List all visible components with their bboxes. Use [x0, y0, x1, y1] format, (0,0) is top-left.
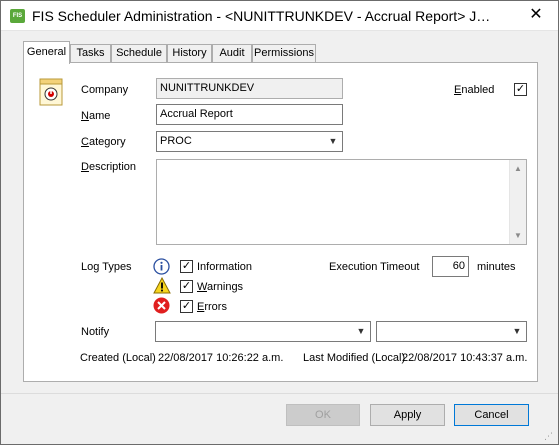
company-label: Company: [81, 84, 129, 96]
footer-separator: [1, 393, 558, 394]
scroll-down-icon[interactable]: ▼: [510, 227, 526, 244]
tab-general[interactable]: General: [23, 41, 70, 64]
log-types-label: Log Types: [81, 261, 132, 273]
description-label: Description: [81, 161, 137, 173]
warnings-label: Warnings: [197, 281, 244, 293]
tab-tasks[interactable]: Tasks: [70, 44, 111, 63]
window-title: FIS Scheduler Administration - <NUNITTRU…: [32, 8, 496, 24]
close-icon: ✕: [529, 6, 543, 23]
enabled-checkbox[interactable]: ✓: [514, 83, 527, 96]
category-dropdown[interactable]: PROC ▼: [156, 131, 343, 152]
company-field: NUNITTRUNKDEV: [156, 78, 343, 99]
notify-label: Notify: [81, 326, 110, 338]
dialog-window: FIS FIS Scheduler Administration - <NUNI…: [0, 0, 559, 445]
information-label: Information: [197, 261, 253, 273]
warning-icon: [153, 276, 171, 294]
notify-dropdown-1[interactable]: ▼: [155, 321, 371, 342]
errors-checkbox[interactable]: ✓: [180, 300, 193, 313]
information-checkbox[interactable]: ✓: [180, 260, 193, 273]
ok-button[interactable]: OK: [286, 404, 360, 426]
errors-label: Errors: [197, 301, 227, 313]
close-button[interactable]: ✕: [515, 1, 557, 30]
timeout-unit-label: minutes: [477, 261, 516, 273]
name-label: Name: [81, 110, 111, 122]
resize-grip-icon[interactable]: ⋰: [544, 430, 556, 442]
created-value: 22/08/2017 10:26:22 a.m.: [158, 352, 284, 364]
notify-dropdown-2[interactable]: ▼: [376, 321, 527, 342]
chevron-down-icon: ▼: [328, 136, 338, 146]
tab-schedule[interactable]: Schedule: [111, 44, 167, 63]
tab-permissions[interactable]: Permissions: [252, 44, 316, 63]
enabled-label: Enabled: [454, 84, 495, 96]
tab-audit[interactable]: Audit: [212, 44, 252, 63]
created-label: Created (Local): [80, 352, 156, 364]
info-icon: [153, 258, 170, 275]
category-label: Category: [81, 136, 126, 148]
execution-timeout-label: Execution Timeout: [329, 261, 420, 273]
warnings-checkbox[interactable]: ✓: [180, 280, 193, 293]
tab-history[interactable]: History: [167, 44, 212, 63]
scroll-up-icon[interactable]: ▲: [510, 160, 526, 177]
title-bar[interactable]: FIS FIS Scheduler Administration - <NUNI…: [1, 1, 558, 31]
job-schedule-icon: [39, 78, 63, 106]
modified-label: Last Modified (Local): [303, 352, 406, 364]
cancel-button[interactable]: Cancel: [454, 404, 529, 426]
general-tab-panel: Company NUNITTRUNKDEV Enabled ✓ Name Acc…: [23, 62, 538, 382]
chevron-down-icon: ▼: [512, 326, 522, 336]
execution-timeout-input[interactable]: 60: [432, 256, 469, 277]
apply-button[interactable]: Apply: [370, 404, 445, 426]
modified-value: 22/08/2017 10:43:37 a.m.: [402, 352, 528, 364]
description-scrollbar[interactable]: ▲ ▼: [509, 160, 526, 244]
chevron-down-icon: ▼: [356, 326, 366, 336]
description-textarea[interactable]: ▲ ▼: [156, 159, 527, 245]
category-value: PROC: [160, 135, 192, 147]
error-icon: [153, 297, 170, 314]
name-input[interactable]: Accrual Report: [156, 104, 343, 125]
app-icon: FIS: [10, 9, 25, 23]
